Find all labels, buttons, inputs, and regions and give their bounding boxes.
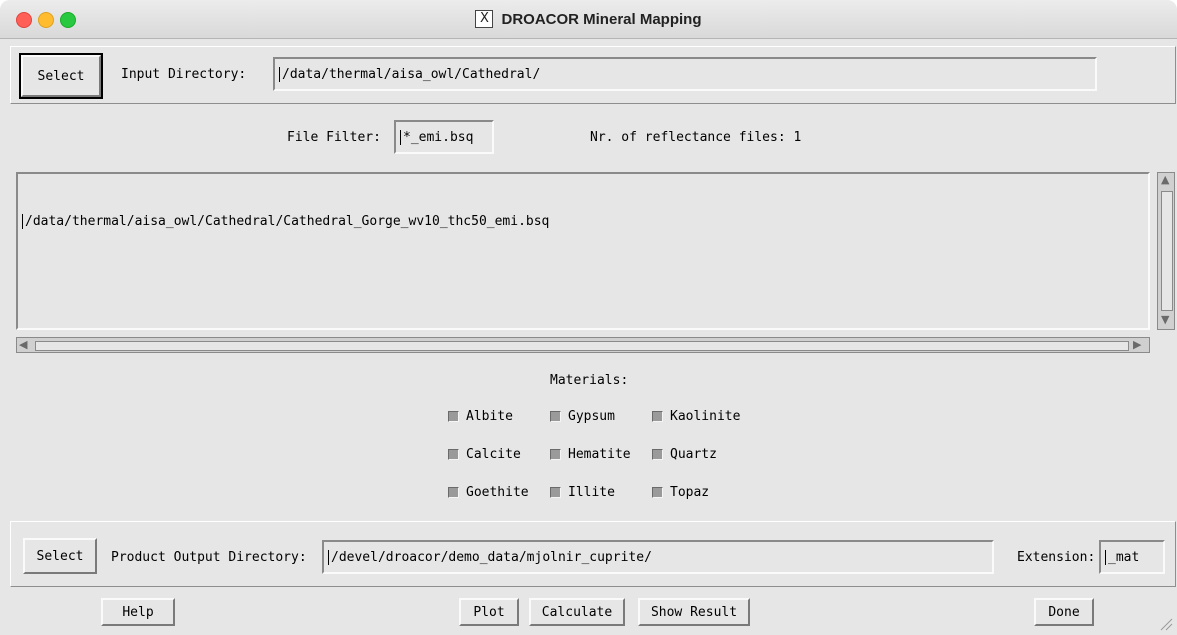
checkbox-icon[interactable] <box>550 411 561 422</box>
checkbox-quartz[interactable]: Quartz <box>652 447 717 462</box>
checkbox-label: Albite <box>466 409 513 424</box>
file-filter-value: *_emi.bsq <box>403 129 474 145</box>
text-cursor <box>279 66 280 82</box>
extension-label: Extension: <box>1017 550 1096 565</box>
checkbox-label: Calcite <box>466 447 521 462</box>
materials-heading: Materials: <box>550 373 629 388</box>
scroll-left-arrow-icon[interactable]: ◀ <box>19 338 27 351</box>
checkbox-albite[interactable]: Albite <box>448 409 513 424</box>
checkbox-icon[interactable] <box>652 449 663 460</box>
input-directory-field[interactable]: /data/thermal/aisa_owl/Cathedral/ <box>273 57 1097 91</box>
checkbox-kaolinite[interactable]: Kaolinite <box>652 409 740 424</box>
title-bar: X DROACOR Mineral Mapping <box>0 0 1177 39</box>
checkbox-goethite[interactable]: Goethite <box>448 485 529 500</box>
text-cursor <box>22 214 23 229</box>
resize-grip-icon[interactable] <box>1159 617 1173 631</box>
checkbox-label: Topaz <box>670 485 710 500</box>
input-directory-label: Input Directory: <box>121 67 247 82</box>
checkbox-gypsum[interactable]: Gypsum <box>550 409 615 424</box>
file-filter-label: File Filter: <box>287 130 381 145</box>
help-button[interactable]: Help <box>101 598 175 626</box>
output-directory-value: /devel/droacor/demo_data/mjolnir_cuprite… <box>331 549 652 565</box>
output-directory-panel: Select Product Output Directory: /devel/… <box>10 521 1176 587</box>
checkbox-icon[interactable] <box>652 411 663 422</box>
checkbox-icon[interactable] <box>652 487 663 498</box>
checkbox-label: Kaolinite <box>670 409 741 424</box>
output-directory-label: Product Output Directory: <box>111 550 307 565</box>
text-cursor <box>1105 549 1106 565</box>
input-directory-value: /data/thermal/aisa_owl/Cathedral/ <box>282 66 541 82</box>
scroll-up-arrow-icon[interactable]: ▲ <box>1161 173 1169 186</box>
horizontal-scroll-thumb[interactable] <box>35 341 1129 351</box>
file-list[interactable]: /data/thermal/aisa_owl/Cathedral/Cathedr… <box>16 172 1150 330</box>
checkbox-label: Hematite <box>568 447 631 462</box>
file-list-item[interactable]: /data/thermal/aisa_owl/Cathedral/Cathedr… <box>22 214 1144 229</box>
extension-value: _mat <box>1108 549 1140 565</box>
input-select-button[interactable]: Select <box>19 53 103 99</box>
plot-button[interactable]: Plot <box>459 598 519 626</box>
window-title-text: DROACOR Mineral Mapping <box>501 10 702 28</box>
checkbox-icon[interactable] <box>448 487 459 498</box>
checkbox-label: Goethite <box>466 485 529 500</box>
checkbox-topaz[interactable]: Topaz <box>652 485 709 500</box>
file-filter-field[interactable]: *_emi.bsq <box>394 120 494 154</box>
checkbox-calcite[interactable]: Calcite <box>448 447 521 462</box>
file-list-vertical-scrollbar[interactable]: ▲ ▼ <box>1157 172 1175 330</box>
checkbox-label: Quartz <box>670 447 717 462</box>
checkbox-label: Gypsum <box>568 409 615 424</box>
window-title: X DROACOR Mineral Mapping <box>0 0 1177 38</box>
done-button[interactable]: Done <box>1034 598 1094 626</box>
output-directory-field[interactable]: /devel/droacor/demo_data/mjolnir_cuprite… <box>322 540 994 574</box>
text-cursor <box>400 129 401 145</box>
scroll-right-arrow-icon[interactable]: ▶ <box>1133 338 1141 351</box>
checkbox-hematite[interactable]: Hematite <box>550 447 631 462</box>
checkbox-label: Illite <box>568 485 615 500</box>
checkbox-illite[interactable]: Illite <box>550 485 615 500</box>
x11-icon: X <box>475 10 494 28</box>
reflectance-file-count: Nr. of reflectance files: 1 <box>590 130 802 145</box>
file-list-horizontal-scrollbar[interactable]: ◀ ▶ <box>16 337 1150 353</box>
checkbox-icon[interactable] <box>550 487 561 498</box>
calculate-button[interactable]: Calculate <box>529 598 625 626</box>
app-window: X DROACOR Mineral Mapping Select Input D… <box>0 0 1177 635</box>
scroll-down-arrow-icon[interactable]: ▼ <box>1161 313 1169 326</box>
extension-field[interactable]: _mat <box>1099 540 1165 574</box>
output-select-button[interactable]: Select <box>23 538 97 574</box>
checkbox-icon[interactable] <box>448 411 459 422</box>
input-directory-panel: Select Input Directory: /data/thermal/ai… <box>10 46 1176 104</box>
checkbox-icon[interactable] <box>448 449 459 460</box>
checkbox-icon[interactable] <box>550 449 561 460</box>
file-list-item-text: /data/thermal/aisa_owl/Cathedral/Cathedr… <box>25 214 550 229</box>
text-cursor <box>328 549 329 565</box>
vertical-scroll-thumb[interactable] <box>1161 191 1173 311</box>
show-result-button[interactable]: Show Result <box>638 598 750 626</box>
